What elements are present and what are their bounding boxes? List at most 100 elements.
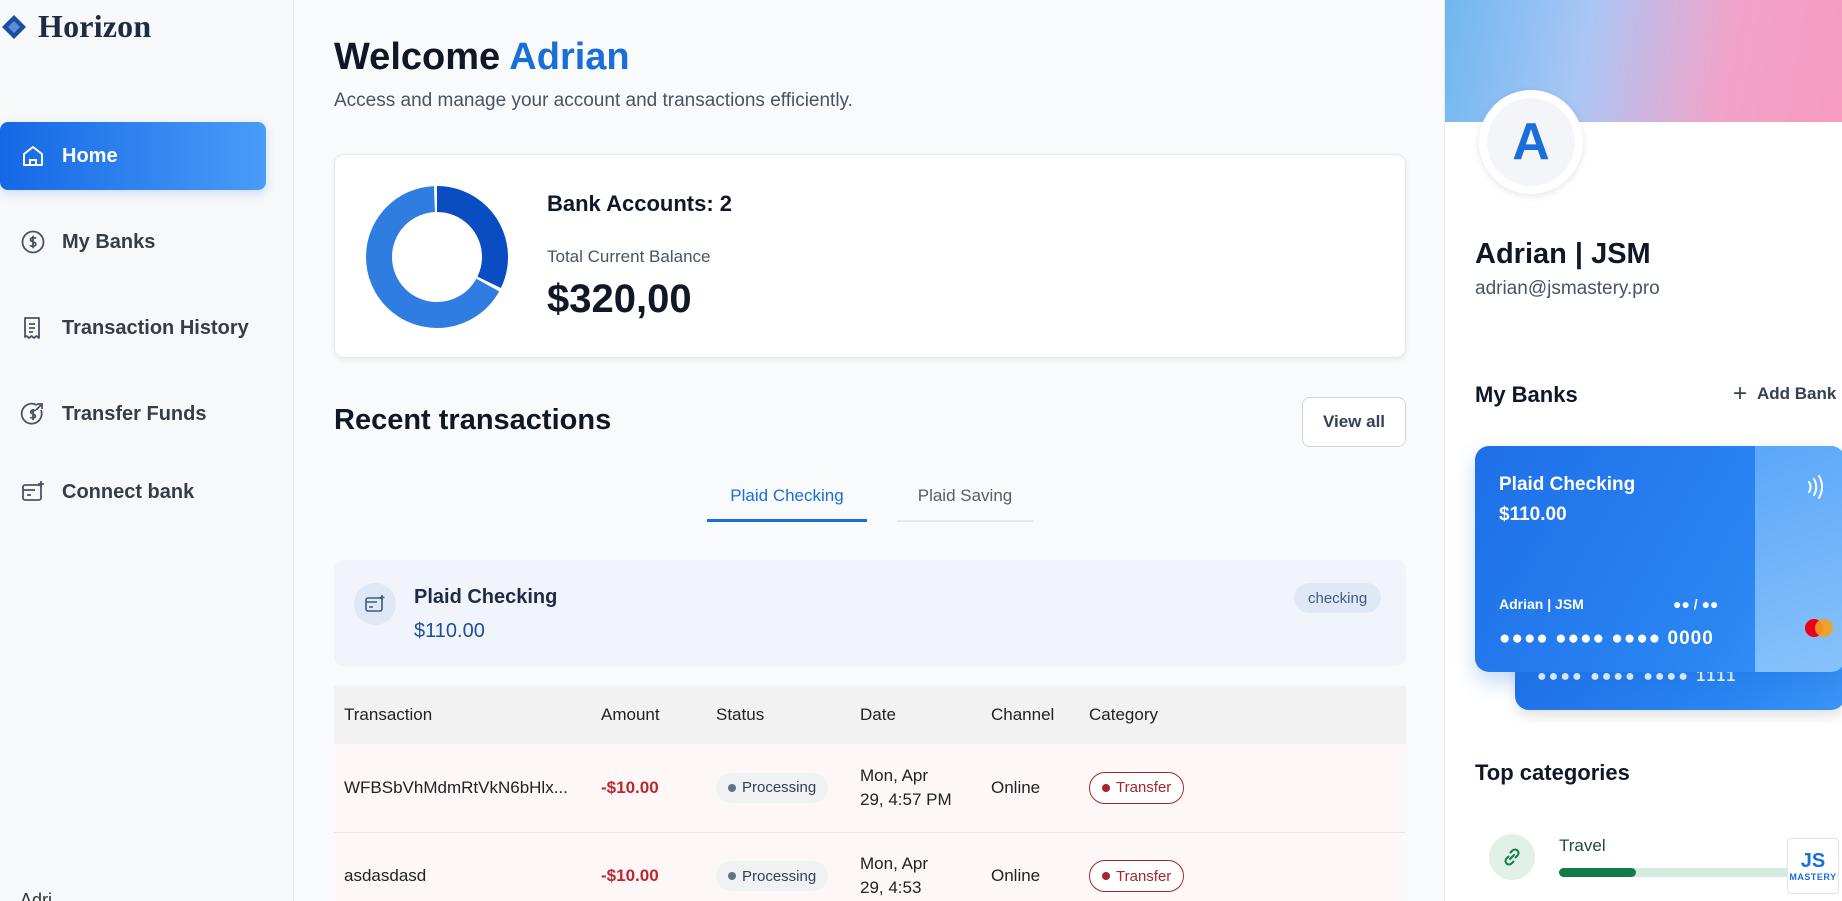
card-bank-name: Plaid Checking (1499, 474, 1636, 495)
main-content: Welcome Adrian Access and manage your ac… (294, 0, 1444, 901)
plus-icon: + (1733, 380, 1748, 407)
selected-bank-name: Plaid Checking (414, 586, 558, 608)
category-text: Transfer (1116, 779, 1172, 797)
sidebar-item-label: Connect bank (62, 480, 195, 503)
sidebar-item-label: My Banks (62, 230, 156, 253)
page-title: Welcome Adrian (334, 36, 630, 79)
transaction-date-line1: Mon, Apr (860, 765, 929, 785)
profile-email: adrian@jsmastery.pro (1475, 278, 1660, 299)
jsmastery-watermark: JS MASTERY (1787, 838, 1839, 894)
page-subtitle: Access and manage your account and trans… (334, 90, 853, 111)
category-badge: Transfer (1089, 860, 1185, 892)
transaction-name: WFBSbVhMdmRtVkN6bHlx... (334, 744, 591, 833)
total-balance-value: $320,00 (547, 277, 692, 321)
sidebar-item-transfer-funds[interactable]: Transfer Funds (0, 380, 266, 448)
column-header-date: Date (850, 686, 981, 744)
status-text: Processing (742, 779, 817, 797)
sidebar-item-my-banks[interactable]: My Banks (0, 208, 266, 276)
status-text: Processing (742, 867, 817, 885)
status-dot-icon (728, 872, 736, 880)
total-balance-label: Total Current Balance (547, 247, 711, 266)
column-header-transaction: Transaction (334, 686, 591, 744)
transaction-date-line2: 29, 4:53 (860, 878, 922, 897)
sidebar-item-label: Transfer Funds (62, 402, 207, 425)
view-all-button[interactable]: View all (1302, 397, 1406, 447)
transaction-name: asdasdasd (334, 832, 591, 901)
mastercard-icon (1805, 619, 1833, 637)
transaction-date: Mon, Apr 29, 4:53 (850, 832, 981, 901)
category-label: Travel (1559, 836, 1606, 855)
total-balance-card: Bank Accounts: 2 Total Current Balance $… (334, 154, 1406, 358)
balance-donut-chart (366, 186, 508, 328)
travel-link-icon (1489, 834, 1535, 880)
add-bank-button[interactable]: + Add Bank (1733, 380, 1836, 408)
bank-card-icon (354, 583, 396, 625)
sidebar-item-label: Transaction History (62, 316, 249, 339)
sidebar-footer-user[interactable]: Adri (20, 890, 52, 901)
category-progress-fill (1559, 868, 1636, 877)
status-dot-icon (728, 783, 736, 792)
selected-bank-summary: Plaid Checking $110.00 checking (334, 560, 1406, 666)
bank-accounts-count: Bank Accounts: 2 (547, 191, 733, 216)
transaction-category-cell: Transfer (1079, 832, 1406, 901)
transfer-funds-icon (20, 402, 43, 425)
sidebar-item-transaction-history[interactable]: Transaction History (0, 294, 266, 362)
category-badge: Transfer (1089, 771, 1185, 804)
greeting-text: Welcome (334, 36, 501, 78)
card-holder-name: Adrian | JSM (1499, 596, 1584, 612)
transaction-amount: -$10.00 (591, 744, 706, 833)
table-row[interactable]: WFBSbVhMdmRtVkN6bHlx... -$10.00 Processi… (334, 744, 1406, 833)
category-text: Transfer (1116, 867, 1172, 885)
column-header-category: Category (1079, 686, 1406, 744)
dollar-circle-icon (21, 230, 45, 254)
brand-name: Horizon (38, 8, 152, 44)
transaction-channel: Online (981, 832, 1079, 901)
receipt-icon (24, 317, 40, 339)
transaction-amount: -$10.00 (591, 832, 706, 901)
category-item-travel: Travel (1489, 834, 1829, 890)
table-header-row: Transaction Amount Status Date Channel C… (334, 686, 1406, 744)
transactions-table: Transaction Amount Status Date Channel C… (334, 686, 1406, 901)
recent-transactions-title: Recent transactions (334, 404, 612, 436)
transaction-date-line2: 29, 4:57 PM (860, 789, 952, 809)
selected-bank-balance: $110.00 (414, 620, 485, 642)
profile-name: Adrian | JSM (1475, 238, 1651, 270)
card-expiry: ●● / ●● (1673, 596, 1719, 612)
sidebar-item-connect-bank[interactable]: Connect bank (0, 458, 266, 526)
add-bank-label: Add Bank (1757, 384, 1837, 403)
table-row[interactable]: asdasdasd -$10.00 Processing Mon, Apr 29… (334, 832, 1406, 901)
transaction-channel: Online (981, 744, 1079, 833)
avatar[interactable]: A (1479, 90, 1583, 194)
column-header-status: Status (706, 686, 850, 744)
sidebar-item-home[interactable]: Home (0, 122, 266, 190)
top-categories-title: Top categories (1475, 760, 1630, 785)
status-badge: Processing (716, 772, 829, 803)
transaction-status-cell: Processing (706, 832, 850, 901)
bank-card[interactable]: Plaid Checking $110.00 Adrian | JSM ●● /… (1475, 446, 1842, 672)
account-type-badge: checking (1294, 583, 1382, 613)
category-dot-icon (1102, 872, 1110, 880)
column-header-amount: Amount (591, 686, 706, 744)
transaction-status-cell: Processing (706, 744, 850, 833)
transaction-category-cell: Transfer (1079, 744, 1406, 833)
tab-plaid-checking[interactable]: Plaid Checking (707, 486, 867, 522)
my-banks-title: My Banks (1475, 382, 1578, 407)
transaction-date-line1: Mon, Apr (860, 854, 929, 873)
sidebar: Horizon Home My Banks Transaction Histor… (0, 0, 294, 901)
profile-panel: A Adrian | JSM adrian@jsmastery.pro My B… (1444, 0, 1842, 901)
category-progress-bar (1559, 868, 1799, 877)
brand[interactable]: Horizon (0, 8, 151, 45)
contactless-icon (1808, 475, 1823, 499)
transaction-date: Mon, Apr 29, 4:57 PM (850, 744, 981, 833)
card-balance: $110.00 (1499, 504, 1567, 525)
category-dot-icon (1102, 783, 1110, 792)
connect-bank-icon (22, 481, 44, 501)
sidebar-item-label: Home (62, 144, 118, 167)
watermark-text: MASTERY (1789, 872, 1837, 882)
status-badge: Processing (716, 861, 829, 891)
card-number: ●●●● ●●●● ●●●● 0000 (1499, 628, 1714, 649)
tab-plaid-saving[interactable]: Plaid Saving (897, 486, 1033, 522)
watermark-logo: JS (1800, 850, 1826, 872)
horizon-logo-icon (2, 14, 26, 39)
home-icon (23, 146, 43, 166)
